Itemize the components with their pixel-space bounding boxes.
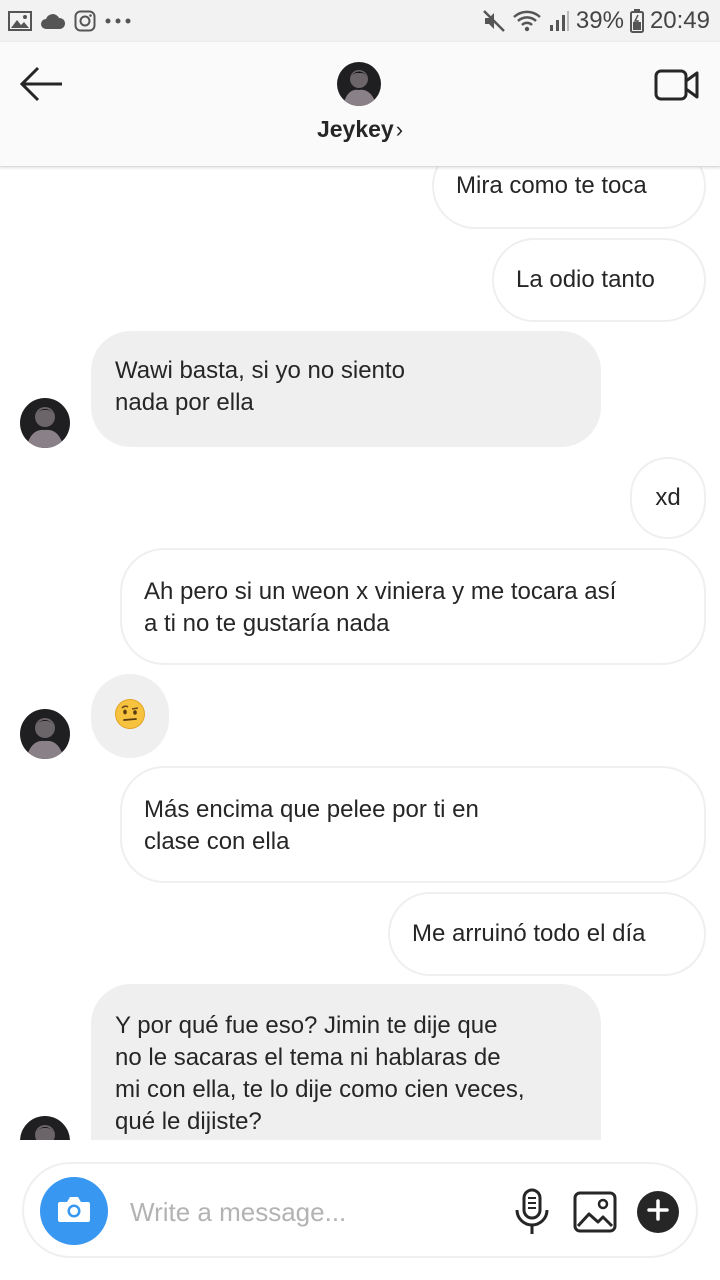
contact-name-link[interactable]: Jeykey› <box>0 116 720 143</box>
message-bubble-outgoing[interactable]: La odio tanto <box>492 238 706 322</box>
mute-icon <box>482 9 506 33</box>
message-text: Me arruinó todo el día <box>412 920 646 947</box>
signal-icon <box>548 9 570 33</box>
cloud-icon <box>40 12 66 30</box>
message-text-line: nada por ella <box>115 389 254 416</box>
message-text-line: qué le dijiste? <box>115 1108 262 1135</box>
raised-eyebrow-emoji-icon <box>114 698 146 735</box>
sender-avatar[interactable] <box>20 709 70 759</box>
microphone-icon <box>512 1188 552 1240</box>
arrow-left-icon <box>16 66 68 110</box>
message-text-line: Wawi basta, si yo no siento <box>115 357 405 384</box>
message-bubble-outgoing[interactable]: Más encima que pelee por ti en clase con… <box>120 766 706 883</box>
message-bubble-outgoing[interactable]: xd <box>630 457 706 539</box>
gallery-button[interactable] <box>572 1190 618 1234</box>
message-bubble-incoming[interactable]: Y por qué fue eso? Jimin te dije que no … <box>91 984 601 1140</box>
sender-avatar[interactable] <box>20 1116 70 1140</box>
more-icon <box>104 17 132 25</box>
message-bubble-outgoing[interactable]: Ah pero si un weon x viniera y me tocara… <box>120 548 706 665</box>
message-text-line: a ti no te gustaría nada <box>144 610 390 637</box>
gallery-notification-icon <box>8 11 32 31</box>
message-text-line: Más encima que pelee por ti en <box>144 796 479 823</box>
voice-message-button[interactable] <box>512 1188 552 1236</box>
video-camera-icon <box>654 69 700 106</box>
message-bubble-outgoing[interactable]: Me arruinó todo el día <box>388 892 706 976</box>
message-text-line: no le sacaras el tema ni hablaras de <box>115 1044 501 1071</box>
sender-avatar[interactable] <box>20 398 70 448</box>
status-bar: 39% 20:49 <box>0 0 720 42</box>
message-text-line: Ah pero si un weon x viniera y me tocara… <box>144 578 617 605</box>
clock: 20:49 <box>649 7 710 34</box>
chevron-right-icon: › <box>395 117 404 142</box>
battery-percent: 39% <box>575 7 624 34</box>
message-bubble-outgoing[interactable]: Mira como te toca <box>432 167 706 229</box>
message-text-line: Y por qué fue eso? Jimin te dije que <box>115 1012 498 1039</box>
battery-icon <box>629 9 644 33</box>
message-composer <box>22 1162 698 1258</box>
gallery-icon <box>572 1191 618 1238</box>
camera-button[interactable] <box>40 1177 108 1245</box>
instagram-icon <box>74 10 96 32</box>
message-text-line: clase con ella <box>144 828 290 855</box>
message-bubble-incoming[interactable]: Wawi basta, si yo no siento nada por ell… <box>91 331 601 447</box>
message-text: La odio tanto <box>516 266 655 293</box>
message-thread[interactable]: Mira como te toca La odio tanto Wawi bas… <box>0 167 720 1140</box>
message-text-line: mi con ella, te lo dije como cien veces, <box>115 1076 525 1103</box>
contact-name: Jeykey <box>316 116 394 142</box>
contact-avatar[interactable] <box>337 62 381 106</box>
message-text: xd <box>655 484 681 511</box>
video-call-button[interactable] <box>654 68 700 102</box>
wifi-icon <box>512 9 542 33</box>
message-input[interactable] <box>130 1184 500 1240</box>
plus-icon <box>647 1198 669 1226</box>
chat-header: Jeykey› <box>0 42 720 167</box>
message-text: Mira como te toca <box>456 172 647 199</box>
message-bubble-incoming-emoji[interactable] <box>91 674 169 758</box>
more-options-button[interactable] <box>637 1191 679 1233</box>
camera-icon <box>56 1194 92 1229</box>
back-button[interactable] <box>16 62 68 106</box>
